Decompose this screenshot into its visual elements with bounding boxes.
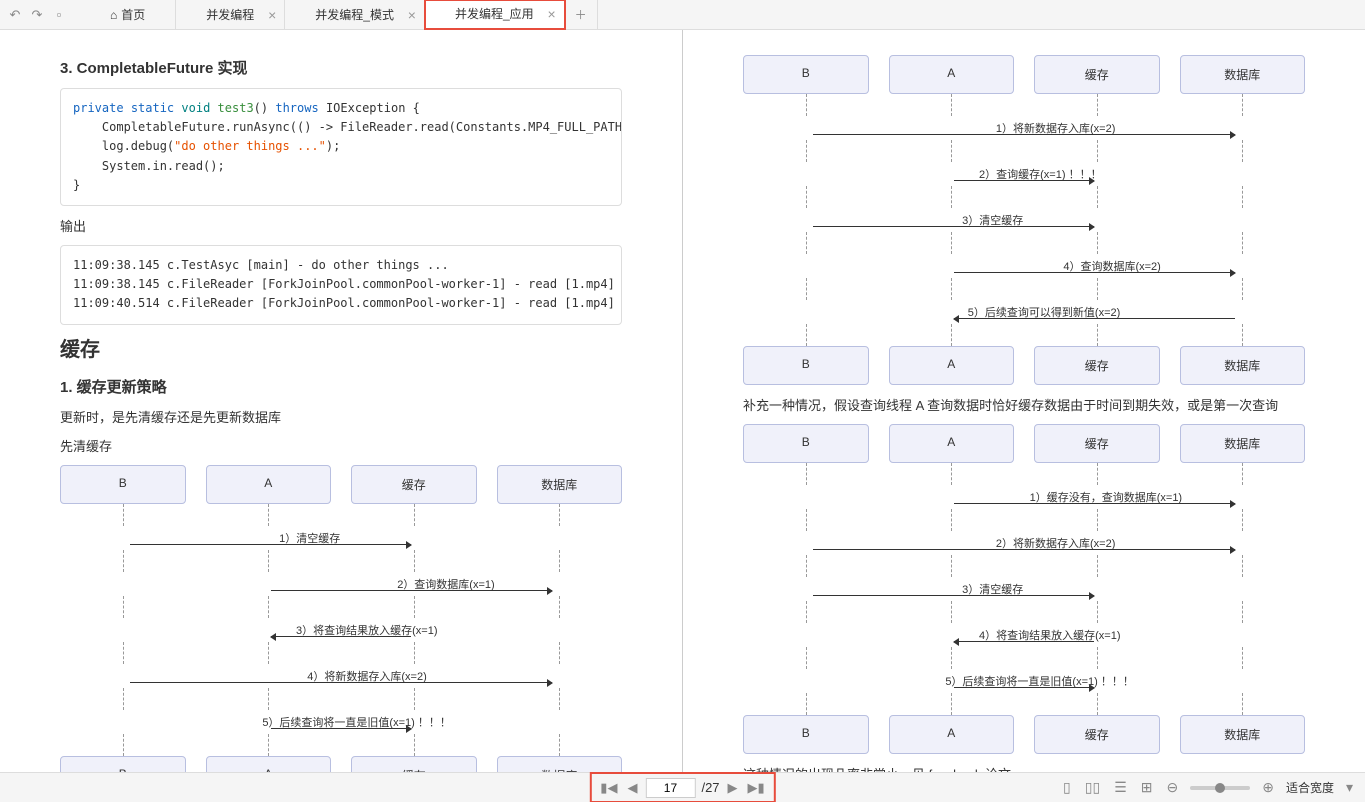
tab-2[interactable]: 并发编程_模式×: [285, 0, 425, 29]
view-double-icon[interactable]: ▯▯: [1083, 779, 1102, 796]
zoom-out-icon[interactable]: ⊖: [1164, 779, 1180, 796]
close-icon[interactable]: ×: [547, 6, 555, 22]
actor-cache: 缓存: [351, 465, 477, 504]
zoom-slider[interactable]: [1190, 786, 1250, 790]
para-supplement: 补充一种情况，假设查询线程 A 查询数据时恰好缓存数据由于时间到期失效，或是第一…: [743, 395, 1305, 414]
output-block: 11:09:38.145 c.TestAsyc [main] - do othe…: [60, 245, 622, 325]
save-icon[interactable]: ▫: [48, 4, 70, 26]
actor-db: 数据库: [1180, 55, 1306, 94]
page-total: /27: [701, 780, 719, 795]
actor-b: B: [60, 756, 186, 773]
page-input[interactable]: [645, 778, 695, 798]
zoom-in-icon[interactable]: ⊕: [1260, 779, 1276, 796]
first-page-icon[interactable]: ▮◀: [598, 780, 619, 796]
actor-a: A: [889, 424, 1015, 463]
sequence-diagram-2: B A 缓存 数据库 1）将新数据存入库(x=2) 2）查询缓存(x=1) ！！…: [743, 55, 1305, 385]
actor-db: 数据库: [497, 465, 623, 504]
undo-icon[interactable]: ↶: [4, 4, 26, 26]
actor-db: 数据库: [1180, 715, 1306, 754]
actor-cache: 缓存: [1034, 424, 1160, 463]
redo-icon[interactable]: ↷: [26, 4, 48, 26]
actor-db: 数据库: [1180, 346, 1306, 385]
view-continuous-icon[interactable]: ☰: [1112, 779, 1129, 796]
view-controls: ▯ ▯▯ ☰ ⊞ ⊖ ⊕ 适合宽度 ▾: [1061, 779, 1355, 796]
actor-a: A: [206, 756, 332, 773]
actor-cache: 缓存: [1034, 715, 1160, 754]
para-facebook: 这种情况的出现几率非常小，见 facebook 论文: [743, 764, 1305, 772]
heading-cache-strategy: 1. 缓存更新策略: [60, 376, 622, 397]
page-navigator: ▮◀ ◀ /27 ▶ ▶▮: [590, 773, 774, 802]
sequence-diagram-3: B A 缓存 数据库 1）缓存没有，查询数据库(x=1) 2）将新数据存入库(x…: [743, 424, 1305, 754]
actor-b: B: [60, 465, 186, 504]
view-single-icon[interactable]: ▯: [1061, 779, 1073, 796]
actor-b: B: [743, 715, 869, 754]
actor-db: 数据库: [1180, 424, 1306, 463]
tab-home[interactable]: ⌂首页: [80, 0, 176, 29]
view-grid-icon[interactable]: ⊞: [1139, 779, 1155, 796]
actor-b: B: [743, 55, 869, 94]
chevron-down-icon[interactable]: ▾: [1344, 779, 1355, 796]
actor-cache: 缓存: [351, 756, 477, 773]
tab-1[interactable]: 并发编程×: [176, 0, 285, 29]
actor-db: 数据库: [497, 756, 623, 773]
prev-page-icon[interactable]: ◀: [625, 780, 639, 796]
tab-3[interactable]: 并发编程_应用×: [425, 0, 565, 29]
output-label: 输出: [60, 216, 622, 235]
last-page-icon[interactable]: ▶▮: [746, 780, 767, 796]
close-icon[interactable]: ×: [408, 7, 416, 23]
actor-cache: 缓存: [1034, 55, 1160, 94]
sequence-diagram-1: B A 缓存 数据库 1）清空缓存 2）查询数据库(x=1) 3）将查询结果放入…: [60, 465, 622, 773]
actor-a: A: [889, 55, 1015, 94]
actor-a: A: [889, 346, 1015, 385]
content-area: 3. CompletableFuture 实现 private static v…: [0, 30, 1365, 772]
para-update: 更新时，是先清缓存还是先更新数据库: [60, 407, 622, 426]
zoom-label: 适合宽度: [1286, 779, 1334, 796]
actor-a: A: [889, 715, 1015, 754]
para-clear-first: 先清缓存: [60, 436, 622, 455]
page-right: B A 缓存 数据库 1）将新数据存入库(x=2) 2）查询缓存(x=1) ！！…: [683, 30, 1365, 772]
footer-bar: ▮◀ ◀ /27 ▶ ▶▮ ▯ ▯▯ ☰ ⊞ ⊖ ⊕ 适合宽度 ▾: [0, 772, 1365, 802]
heading-cache: 缓存: [60, 333, 622, 362]
tab-bar: ⌂首页 并发编程× 并发编程_模式× 并发编程_应用× ＋: [80, 0, 1361, 29]
actor-b: B: [743, 346, 869, 385]
toolbar: ↶ ↷ ▫ ⌂首页 并发编程× 并发编程_模式× 并发编程_应用× ＋: [0, 0, 1365, 30]
close-icon[interactable]: ×: [268, 7, 276, 23]
actor-a: A: [206, 465, 332, 504]
actor-cache: 缓存: [1034, 346, 1160, 385]
next-page-icon[interactable]: ▶: [726, 780, 740, 796]
heading-completablefuture: 3. CompletableFuture 实现: [60, 57, 622, 78]
actor-b: B: [743, 424, 869, 463]
page-left: 3. CompletableFuture 实现 private static v…: [0, 30, 683, 772]
code-block-1: private static void test3() throws IOExc…: [60, 88, 622, 206]
new-tab-button[interactable]: ＋: [565, 0, 598, 29]
